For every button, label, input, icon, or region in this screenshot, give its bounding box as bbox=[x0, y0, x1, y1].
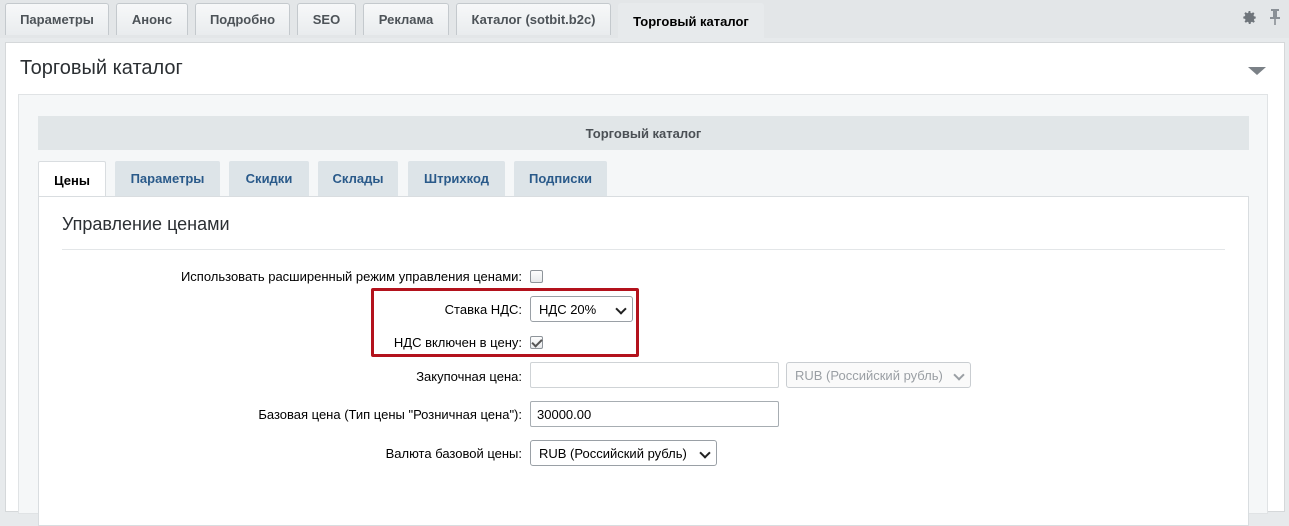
extended-mode-label: Использовать расширенный режим управлени… bbox=[180, 269, 522, 284]
base-currency-label: Валюта базовой цены: bbox=[385, 446, 522, 461]
top-icons bbox=[1242, 9, 1281, 25]
subtab-barcode[interactable]: Штрихкод bbox=[408, 161, 505, 196]
base-price-label: Базовая цена (Тип цены "Розничная цена")… bbox=[258, 407, 522, 422]
purchase-currency-value: RUB (Российский рубль) bbox=[795, 367, 943, 383]
chevron-down-icon bbox=[615, 303, 627, 315]
tab-seo[interactable]: SEO bbox=[297, 3, 356, 35]
base-price-input[interactable] bbox=[530, 401, 779, 427]
pin-icon[interactable] bbox=[1269, 9, 1281, 25]
collapse-arrow-icon[interactable] bbox=[1248, 67, 1266, 75]
base-currency-value: RUB (Российский рубль) bbox=[539, 445, 687, 461]
vat-rate-label: Ставка НДС: bbox=[444, 302, 522, 317]
tab-advertising[interactable]: Реклама bbox=[363, 3, 449, 35]
chevron-down-icon bbox=[699, 447, 711, 459]
gear-icon[interactable] bbox=[1242, 10, 1257, 25]
prices-panel: Управление ценами bbox=[38, 196, 1249, 526]
subtab-subscriptions[interactable]: Подписки bbox=[514, 161, 607, 196]
chevron-down-icon bbox=[953, 369, 965, 381]
subtab-prices[interactable]: Цены bbox=[38, 161, 106, 198]
tab-catalog-sotbit[interactable]: Каталог (sotbit.b2c) bbox=[456, 3, 611, 35]
tab-details[interactable]: Подробно bbox=[195, 3, 290, 35]
vat-included-label: НДС включен в цену: bbox=[393, 335, 522, 350]
vat-rate-value: НДС 20% bbox=[539, 301, 597, 317]
subtab-warehouses[interactable]: Склады bbox=[318, 161, 398, 196]
tab-parameters[interactable]: Параметры bbox=[5, 3, 109, 35]
extended-mode-checkbox[interactable] bbox=[530, 270, 543, 283]
subtab-discounts[interactable]: Скидки bbox=[229, 161, 309, 196]
vat-rate-select[interactable]: НДС 20% bbox=[530, 296, 633, 322]
catalog-header-bar: Торговый каталог bbox=[38, 116, 1249, 150]
tab-announcement[interactable]: Анонс bbox=[116, 3, 188, 35]
subtab-parameters[interactable]: Параметры bbox=[115, 161, 220, 196]
purchase-currency-select[interactable]: RUB (Российский рубль) bbox=[786, 362, 971, 388]
panel-heading: Управление ценами bbox=[62, 214, 230, 234]
section-title: Торговый каталог bbox=[20, 57, 183, 79]
purchase-price-input[interactable] bbox=[530, 362, 779, 388]
top-tab-strip: Параметры Анонс Подробно SEO Реклама Кат… bbox=[0, 0, 1289, 38]
panel-divider bbox=[62, 249, 1225, 250]
purchase-price-label: Закупочная цена: bbox=[416, 369, 522, 384]
tab-trade-catalog[interactable]: Торговый каталог bbox=[618, 3, 764, 38]
base-currency-select[interactable]: RUB (Российский рубль) bbox=[530, 440, 717, 466]
vat-included-checkbox[interactable] bbox=[530, 336, 543, 349]
